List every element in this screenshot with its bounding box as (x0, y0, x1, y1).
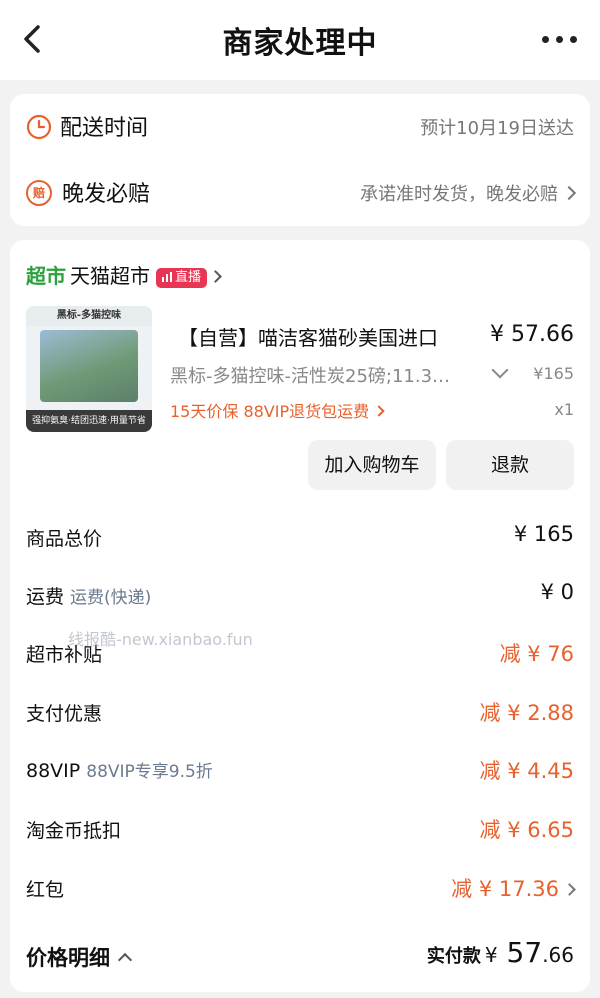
chevron-right-icon (209, 270, 222, 283)
delivery-time-row: 配送时间 预计10月19日送达 (10, 96, 590, 156)
summary-label: 淘金币抵扣 (26, 816, 121, 843)
page-title: 商家处理中 (222, 26, 378, 61)
summary-label-text: 淘金币抵扣 (26, 820, 122, 842)
clock-icon (26, 114, 52, 140)
store-name: 天猫超市 (70, 264, 150, 288)
summary-sub: 88VIP专享9.5折 (86, 762, 213, 782)
product-package-art (40, 330, 138, 402)
summary-label: 88VIP 88VIP专享9.5折 (26, 757, 213, 782)
summary-value: 减 ¥ 4.45 (479, 759, 574, 783)
late-compensation-label: 晚发必赔 (62, 182, 151, 207)
summary-label: 支付优惠 (26, 699, 102, 726)
summary-label-text: 运费 (26, 586, 65, 608)
summary-label-text: 支付优惠 (26, 703, 103, 725)
summary-value: 减 ¥ 6.65 (479, 818, 574, 842)
total-row: 价格明细 实付款 ¥ 57.66 (26, 936, 574, 980)
add-to-cart-button[interactable]: 加入购物车 (308, 440, 436, 490)
summary-label-text: 超市补贴 (26, 644, 103, 666)
summary-row: 商品总价 ¥ 165 (26, 516, 574, 556)
summary-value: 减 ¥ 76 (499, 642, 574, 666)
summary-label: 超市补贴 (26, 640, 102, 667)
summary-sub: 运费(快递) (70, 588, 152, 608)
live-label: 直播 (175, 270, 202, 285)
pay-label: 实付款 (426, 946, 481, 967)
currency-symbol: ¥ (484, 943, 498, 967)
delivery-card: 配送时间 预计10月19日送达 赔 晚发必赔 承诺准时发货，晚发必赔 (10, 94, 590, 226)
price-detail-toggle[interactable]: 价格明细 (26, 942, 133, 972)
chevron-up-icon (117, 952, 133, 968)
total-integer: 57 (506, 936, 543, 969)
summary-label-text: 商品总价 (26, 528, 103, 550)
summary-label-text: 88VIP (26, 760, 81, 782)
summary-label: 运费 运费(快递) (26, 582, 151, 609)
order-card: 超市 天猫超市 直播 黑标-多猫控味 强抑氨臭·结团迅速·用量节省 【自营】喵洁客猫… (10, 240, 590, 992)
summary-row: 超市补贴 减 ¥ 76 (26, 632, 574, 672)
product-spec[interactable]: 黑标-多猫控味-活性炭25磅;11.3… (170, 362, 450, 388)
top-nav-bar: 商家处理中 (0, 0, 600, 80)
live-badge: 直播 (156, 268, 208, 288)
chevron-down-icon[interactable] (491, 361, 509, 379)
product-title[interactable]: 【自营】喵洁客猫砂美国进口 (178, 322, 438, 351)
summary-value: ¥ 165 (513, 522, 574, 546)
chevron-right-icon (373, 405, 385, 417)
summary-row: 88VIP 88VIP专享9.5折 减 ¥ 4.45 (26, 749, 574, 789)
delivery-time-value: 预计10月19日送达 (420, 118, 574, 139)
summary-value: ¥ 0 (540, 580, 574, 604)
store-header[interactable]: 超市 天猫超市 直播 (26, 260, 222, 288)
product-service[interactable]: 15天价保 88VIP退货包运费 (170, 398, 385, 422)
late-compensation-text: 承诺准时发货，晚发必赔 (360, 184, 558, 205)
chevron-right-icon (563, 883, 576, 896)
live-bars-icon (162, 272, 172, 282)
summary-value: 减 ¥ 2.88 (479, 701, 574, 725)
total-paid: 实付款 ¥ 57.66 (427, 936, 574, 969)
summary-row: 淘金币抵扣 减 ¥ 6.65 (26, 808, 574, 848)
more-icon[interactable] (542, 36, 578, 44)
compensation-badge-icon: 赔 (26, 180, 52, 206)
product-image[interactable]: 黑标-多猫控味 强抑氨臭·结团迅速·用量节省 (26, 306, 152, 432)
summary-label: 商品总价 (26, 524, 102, 551)
summary-row: 支付优惠 减 ¥ 2.88 (26, 691, 574, 731)
summary-label-text: 红包 (26, 879, 65, 901)
product-service-text: 15天价保 88VIP退货包运费 (170, 402, 370, 421)
late-compensation-row[interactable]: 赔 晚发必赔 承诺准时发货，晚发必赔 (10, 162, 590, 222)
delivery-time-label: 配送时间 (60, 116, 149, 141)
product-image-bottom-text: 强抑氨臭·结团迅速·用量节省 (26, 410, 152, 432)
total-cents: .66 (542, 943, 574, 967)
late-compensation-value: 承诺准时发货，晚发必赔 (360, 180, 577, 206)
product-quantity: x1 (554, 400, 574, 419)
product-price: ¥ 57.66 (490, 322, 574, 347)
red-packet-row[interactable]: 红包 减 ¥ 17.36 (26, 867, 576, 907)
chevron-right-icon (561, 185, 577, 201)
summary-row: 运费 运费(快递) ¥ 0 (26, 574, 574, 614)
product-image-top-text: 黑标-多猫控味 (26, 306, 152, 326)
product-original-price: ¥165 (533, 364, 574, 383)
summary-value: 减 ¥ 17.36 (451, 873, 576, 903)
store-super-label: 超市 (26, 264, 66, 288)
summary-label: 红包 (26, 875, 64, 902)
refund-button[interactable]: 退款 (446, 440, 574, 490)
summary-value-text: 减 ¥ 17.36 (451, 877, 559, 901)
price-detail-label: 价格明细 (26, 946, 110, 970)
